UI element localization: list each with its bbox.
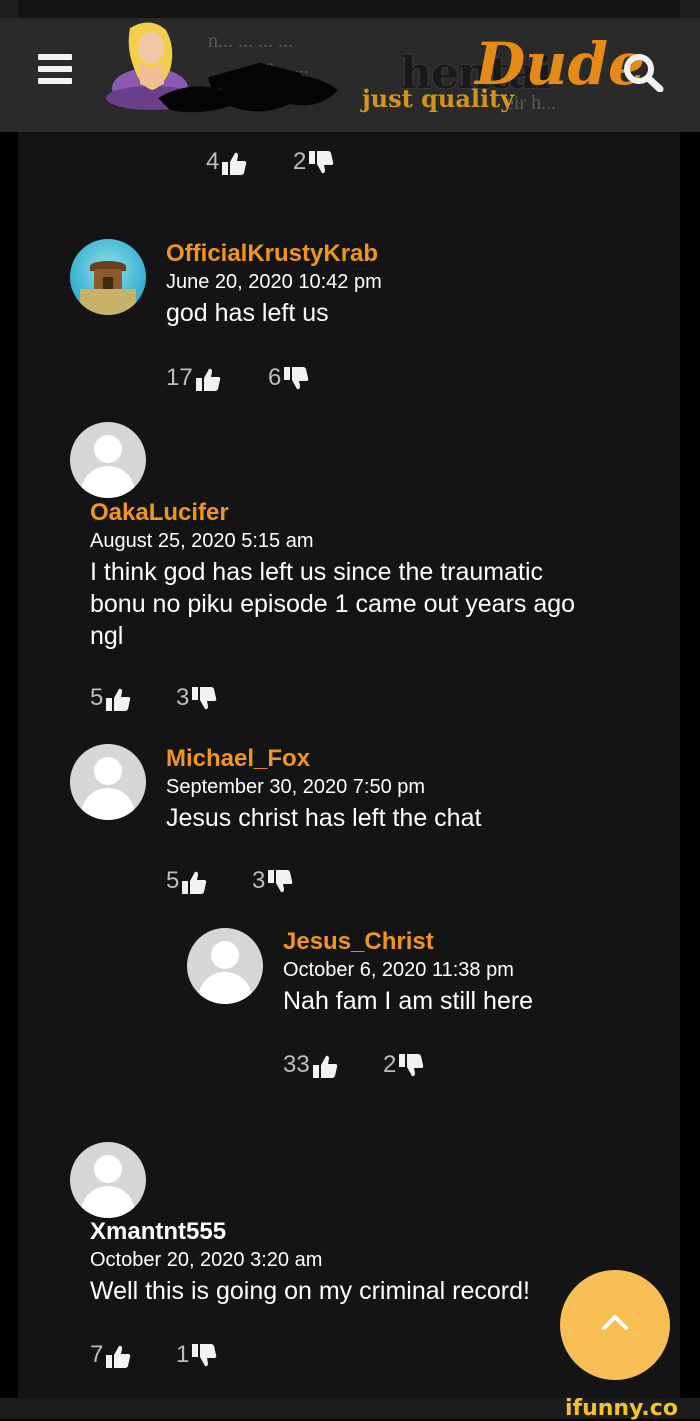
comment-username[interactable]: Xmantnt555 xyxy=(90,1218,226,1246)
dislike-count: 3 xyxy=(176,684,190,711)
thumbs-up-icon xyxy=(105,686,131,712)
like-count: 4 xyxy=(206,148,220,175)
thumbs-up-icon xyxy=(221,150,247,176)
like-button[interactable]: 5 xyxy=(166,867,207,895)
dislike-button[interactable]: 3 xyxy=(176,684,217,712)
comment-username[interactable]: Michael_Fox xyxy=(166,745,310,773)
thumbs-up-icon xyxy=(312,1053,338,1079)
dislike-button[interactable]: 6 xyxy=(268,364,309,392)
like-button[interactable]: 33 xyxy=(283,1051,338,1079)
dislike-count: 3 xyxy=(252,867,266,894)
redaction-scribble xyxy=(158,62,338,113)
comment-username[interactable]: OfficialKrustyKrab xyxy=(166,240,378,268)
thumbs-down-icon xyxy=(191,1343,217,1369)
avatar[interactable] xyxy=(187,928,263,1004)
chevron-up-icon xyxy=(602,1315,628,1330)
comment-text: god has left us xyxy=(166,299,329,327)
thumbs-down-icon xyxy=(267,869,293,895)
dislike-button[interactable]: 3 xyxy=(252,867,293,895)
comment-date: August 25, 2020 5:15 am xyxy=(90,530,314,552)
hamburger-icon[interactable] xyxy=(36,54,76,86)
search-icon[interactable] xyxy=(618,48,670,94)
dislike-count: 6 xyxy=(268,364,282,391)
avatar[interactable] xyxy=(70,744,146,820)
scroll-to-top-button[interactable] xyxy=(560,1270,670,1380)
comment-text-line: I think god has left us since the trauma… xyxy=(90,558,544,586)
comment-date: October 6, 2020 11:38 pm xyxy=(283,959,514,981)
thumbs-down-icon xyxy=(398,1053,424,1079)
like-count: 5 xyxy=(166,867,180,894)
comment-date: June 20, 2020 10:42 pm xyxy=(166,271,382,293)
avatar[interactable] xyxy=(70,239,146,315)
comment-username[interactable]: OakaLucifer xyxy=(90,499,229,527)
like-count: 33 xyxy=(283,1051,310,1078)
dislike-button[interactable]: 2 xyxy=(383,1051,424,1079)
thumbs-up-icon xyxy=(181,869,207,895)
comment-date: September 30, 2020 7:50 pm xyxy=(166,776,426,798)
dislike-count: 2 xyxy=(293,148,307,175)
watermark: ifunny.co xyxy=(565,1396,678,1421)
dislike-count: 2 xyxy=(383,1051,397,1078)
thumbs-up-icon xyxy=(195,366,221,392)
dislike-count: 1 xyxy=(176,1341,190,1368)
logo-tagline: just quality xyxy=(362,84,515,113)
comment-date: October 20, 2020 3:20 am xyxy=(90,1249,323,1271)
comment-text-line: bonu no piku episode 1 came out years ag… xyxy=(90,590,576,618)
thumbs-down-icon xyxy=(283,366,309,392)
dislike-button[interactable]: 2 xyxy=(293,148,334,176)
comment-text-line: ngl xyxy=(90,622,124,650)
like-count: 17 xyxy=(166,364,193,391)
avatar[interactable] xyxy=(70,422,146,498)
like-button[interactable]: 5 xyxy=(90,684,131,712)
like-button[interactable]: 7 xyxy=(90,1341,131,1369)
like-count: 7 xyxy=(90,1341,104,1368)
thumbs-up-icon xyxy=(105,1343,131,1369)
comment-username[interactable]: Jesus_Christ xyxy=(283,928,434,956)
like-button[interactable]: 17 xyxy=(166,364,221,392)
dislike-button[interactable]: 1 xyxy=(176,1341,217,1369)
avatar[interactable] xyxy=(70,1142,146,1218)
comment-text: Nah fam I am still here xyxy=(283,987,534,1015)
comment-text: I think god has left us since the trauma… xyxy=(90,556,670,652)
thumbs-down-icon xyxy=(308,150,334,176)
site-logo[interactable]: n... ... ... ... ...e... ... eir h... he… xyxy=(100,18,645,128)
site-header: n... ... ... ... ...e... ... eir h... he… xyxy=(0,18,700,132)
like-button[interactable]: 4 xyxy=(206,148,247,176)
like-count: 5 xyxy=(90,684,104,711)
thumbs-down-icon xyxy=(191,686,217,712)
comment-text: Jesus christ has left the chat xyxy=(166,804,482,832)
